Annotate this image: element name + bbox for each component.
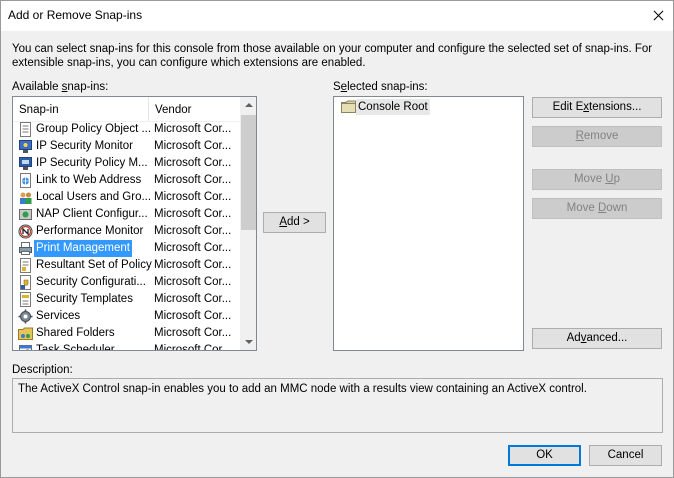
policy-document-icon (20, 258, 31, 273)
snapin-vendor: Microsoft Cor... (154, 344, 232, 351)
snapin-name: IP Security Policy M... (36, 157, 148, 169)
users-icon (20, 192, 32, 204)
template-icon (20, 292, 31, 307)
intro-text: You can select snap-ins for this console… (12, 43, 653, 69)
snapin-vendor: Microsoft Cor... (154, 293, 232, 305)
snapin-name: Group Policy Object ... (36, 123, 152, 135)
snapin-vendor: Microsoft Cor... (154, 123, 232, 135)
window-title: Add or Remove Snap-ins (8, 8, 143, 22)
tree-item-console-root[interactable]: Console Root (334, 97, 523, 116)
add-button[interactable]: Add > (263, 212, 326, 233)
list-item[interactable]: Link to Web Address Microsoft Cor... (13, 172, 240, 189)
list-item[interactable]: NAP Client Configur... Microsoft Cor... (13, 206, 240, 223)
snapin-name: Local Users and Gro... (36, 191, 152, 203)
console-root-label: Console Root (356, 99, 430, 115)
snapin-name: Link to Web Address (36, 174, 142, 186)
selected-snapins-list[interactable]: Console Root (333, 96, 524, 351)
folder-icon (341, 100, 356, 113)
printer-icon (19, 242, 32, 255)
snapin-name: Services (36, 310, 81, 322)
snapin-vendor: Microsoft Cor... (154, 191, 232, 203)
security-config-icon (20, 275, 31, 290)
list-item[interactable]: Security Templates Microsoft Cor... (13, 291, 240, 308)
snapin-name: Performance Monitor (36, 225, 144, 237)
move-up-button[interactable]: Move Up (532, 169, 662, 190)
chevron-up-icon (245, 103, 253, 107)
cancel-button[interactable]: Cancel (589, 445, 662, 466)
column-header-vendor[interactable]: Vendor (149, 97, 239, 121)
nap-client-icon (19, 209, 32, 220)
snapin-name: Print Management (34, 240, 132, 257)
available-snapins-label: Available snap-ins: (12, 81, 109, 93)
available-snapins-list[interactable]: Snap-in Vendor Group Policy Object ... Mi… (12, 96, 257, 351)
vertical-scrollbar[interactable] (240, 97, 256, 350)
chevron-down-icon (245, 340, 253, 344)
link-icon (20, 173, 31, 188)
ok-button[interactable]: OK (508, 445, 581, 466)
list-item[interactable]: Shared Folders Microsoft Cor... (13, 325, 240, 342)
performance-monitor-icon (18, 224, 33, 239)
description-label: Description: (12, 364, 73, 376)
snapin-name: Security Templates (36, 293, 133, 305)
snapin-vendor: Microsoft Cor... (154, 276, 232, 288)
list-item[interactable]: IP Security Policy M... Microsoft Cor... (13, 155, 240, 172)
snapin-name: Resultant Set of Policy (36, 259, 152, 271)
advanced-button[interactable]: Advanced... (532, 328, 662, 349)
list-item[interactable]: Security Configurati... Microsoft Cor... (13, 274, 240, 291)
snapin-vendor: Microsoft Cor... (154, 174, 232, 186)
description-text: The ActiveX Control snap-in enables you … (18, 383, 587, 395)
list-item[interactable]: Resultant Set of Policy Microsoft Cor... (13, 257, 240, 274)
snapin-name: IP Security Monitor (36, 140, 133, 152)
snapin-vendor: Microsoft Cor... (154, 225, 232, 237)
snapin-vendor: Microsoft Cor... (154, 208, 232, 220)
security-policy-icon (19, 157, 32, 170)
scroll-down-button[interactable] (240, 333, 256, 350)
selected-snapins-label: Selected snap-ins: (333, 81, 428, 93)
scroll-up-button[interactable] (240, 97, 256, 114)
snapin-name: NAP Client Configur... (36, 208, 148, 220)
snapin-vendor: Microsoft Cor... (154, 259, 232, 271)
remove-button[interactable]: Remove (532, 126, 662, 147)
document-icon (20, 122, 31, 137)
security-monitor-icon (19, 140, 32, 153)
task-scheduler-icon (19, 345, 32, 350)
close-button[interactable] (642, 0, 674, 31)
list-item[interactable]: Print Management Microsoft Cor... (13, 240, 240, 257)
column-header-snapin[interactable]: Snap-in (13, 97, 149, 121)
list-item[interactable]: Services Microsoft Cor... (13, 308, 240, 325)
snapin-vendor: Microsoft Cor... (154, 242, 232, 254)
snapin-rows: Group Policy Object ... Microsoft Cor... I… (13, 122, 240, 351)
snapin-name: Shared Folders (36, 327, 115, 339)
edit-extensions-button[interactable]: Edit Extensions... (532, 97, 662, 118)
scroll-thumb[interactable] (241, 115, 256, 230)
snapin-name: Task Scheduler (36, 344, 115, 351)
description-box: The ActiveX Control snap-in enables you … (12, 378, 663, 433)
gear-icon (18, 309, 33, 324)
move-down-button[interactable]: Move Down (532, 198, 662, 219)
shared-folder-icon (18, 327, 33, 340)
list-item[interactable]: IP Security Monitor Microsoft Cor... (13, 138, 240, 155)
snapin-vendor: Microsoft Cor... (154, 310, 232, 322)
snapin-name: Security Configurati... (36, 276, 146, 288)
list-item[interactable]: Performance Monitor Microsoft Cor... (13, 223, 240, 240)
list-item[interactable]: Task Scheduler Microsoft Cor... (13, 342, 240, 351)
snapin-vendor: Microsoft Cor... (154, 157, 232, 169)
list-item[interactable]: Group Policy Object ... Microsoft Cor... (13, 122, 240, 138)
snapin-vendor: Microsoft Cor... (154, 327, 232, 339)
snapin-vendor: Microsoft Cor... (154, 140, 232, 152)
list-item[interactable]: Local Users and Gro... Microsoft Cor... (13, 189, 240, 206)
